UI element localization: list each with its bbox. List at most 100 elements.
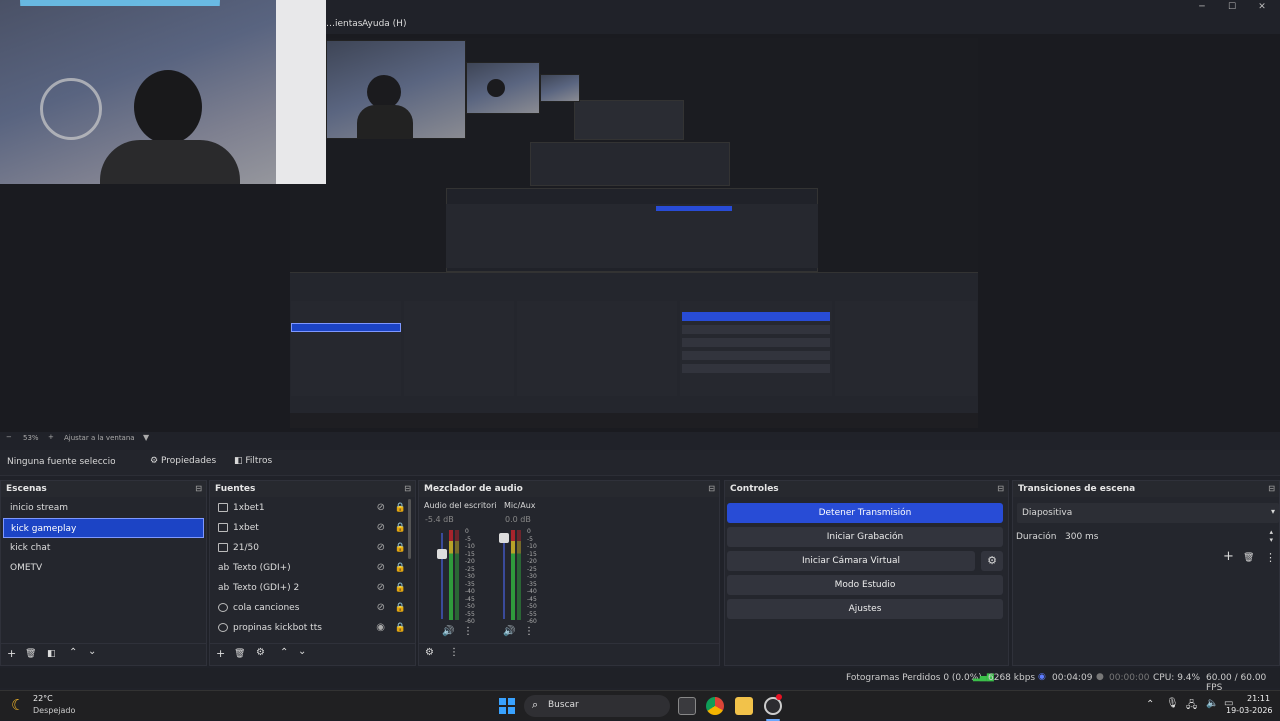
properties-button[interactable]: ⚙ Propiedades [150, 456, 216, 466]
zoom-out-button[interactable]: − [6, 433, 12, 441]
speaker-icon[interactable]: 🔊 [503, 626, 515, 637]
volume-icon[interactable]: 🔈 [1206, 698, 1218, 709]
start-recording-button[interactable]: Iniciar Grabación [727, 527, 1003, 547]
eye-visible-icon[interactable]: ◉ [376, 618, 385, 638]
sources-dock-title: Fuentes ⊟ [210, 481, 415, 497]
dock-float-icon[interactable]: ⊟ [1268, 481, 1275, 497]
trash-icon[interactable]: 🗑 [234, 649, 245, 659]
add-scene-icon[interactable]: + [7, 647, 16, 660]
source-item[interactable]: cola canciones ⊘ 🔒 [210, 598, 415, 618]
move-up-icon[interactable]: ⌃ [280, 647, 288, 658]
source-item[interactable]: 1xbet1 ⊘ 🔒 [210, 498, 415, 518]
transition-select[interactable]: Diapositiva ▾ [1017, 503, 1279, 523]
speaker-icon[interactable]: 🔊 [442, 626, 454, 637]
task-view-icon[interactable] [678, 697, 696, 715]
clock-date[interactable]: 19-03-2026 [1226, 706, 1273, 715]
eye-hidden-icon[interactable]: ⊘ [377, 518, 385, 538]
db-scale-desktop: 0 -5 -10 -15 -20 -25 -30 -35 -40 -45 -50 -55 -60 [465, 528, 475, 625]
dock-float-icon[interactable]: ⊟ [997, 481, 1004, 497]
minimize-button[interactable]: ─ [1188, 0, 1216, 14]
scene-item-inicio-stream[interactable]: inicio stream [3, 498, 204, 518]
source-item[interactable]: 21/50 ⊘ 🔒 [210, 538, 415, 558]
transitions-dock-title: Transiciones de escena ⊟ [1013, 481, 1279, 497]
chevron-up-icon[interactable]: ⌃ [1146, 699, 1154, 710]
scene-item-kick-gameplay[interactable]: kick gameplay [3, 518, 204, 538]
lock-icon[interactable]: 🔒 [395, 538, 406, 558]
source-item[interactable]: propinas kickbot tts ◉ 🔒 [210, 618, 415, 638]
controls-dock: Controles ⊟ Detener Transmisión Iniciar … [724, 480, 1009, 666]
gear-icon[interactable]: ⚙ [256, 647, 265, 658]
mic-volume-track[interactable] [503, 533, 505, 619]
caret-down-icon[interactable]: ▼ [143, 433, 149, 442]
mic-volume-slider[interactable] [499, 533, 509, 543]
menu-help[interactable]: Ayuda (H) [362, 14, 406, 34]
lock-icon[interactable]: 🔒 [395, 558, 406, 578]
desktop-volume-track[interactable] [441, 533, 443, 619]
trash-icon[interactable]: 🗑 [25, 649, 36, 659]
duration-spinbox[interactable]: 300 ms ▴ ▾ [1059, 527, 1277, 547]
studio-mode-button[interactable]: Modo Estudio [727, 575, 1003, 595]
fit-to-window-button[interactable]: Ajustar a la ventana [64, 434, 135, 442]
weather-temp[interactable]: 22°C [33, 694, 53, 703]
kebab-menu-icon[interactable]: ⋮ [524, 626, 534, 637]
filters-button[interactable]: ◧ Filtros [234, 456, 272, 466]
scene-filters-icon[interactable]: ◧ [47, 649, 56, 659]
add-source-icon[interactable]: + [216, 647, 225, 660]
source-item[interactable]: ab Texto (GDI+) ⊘ 🔒 [210, 558, 415, 578]
weather-desc[interactable]: Despejado [33, 706, 75, 715]
trash-icon[interactable]: 🗑 [1243, 553, 1254, 563]
kebab-menu-icon[interactable]: ⋮ [449, 647, 459, 658]
virtual-camera-settings-gear-icon[interactable]: ⚙ [981, 551, 1003, 571]
eye-hidden-icon[interactable]: ⊘ [377, 598, 385, 618]
move-up-icon[interactable]: ⌃ [69, 647, 77, 658]
bitrate: 6268 kbps [988, 673, 1036, 683]
dock-float-icon[interactable]: ⊟ [404, 481, 411, 497]
eye-hidden-icon[interactable]: ⊘ [377, 578, 385, 598]
network-icon[interactable]: 🖧 [1186, 698, 1197, 715]
lock-icon[interactable]: 🔒 [395, 618, 406, 638]
source-item[interactable]: ab Texto (GDI+) 2 ⊘ 🔒 [210, 578, 415, 598]
eye-hidden-icon[interactable]: ⊘ [377, 538, 385, 558]
start-virtual-camera-button[interactable]: Iniciar Cámara Virtual [727, 551, 975, 571]
settings-button[interactable]: Ajustes [727, 599, 1003, 619]
dock-float-icon[interactable]: ⊟ [195, 481, 202, 497]
preview-canvas[interactable] [290, 38, 978, 428]
moon-weather-icon[interactable]: ☾ [11, 696, 24, 714]
scene-item-ometv[interactable]: OMETV [3, 558, 204, 578]
live-indicator-dot [776, 694, 782, 700]
maximize-button[interactable]: ☐ [1218, 0, 1246, 14]
windows-start-icon[interactable] [499, 698, 515, 714]
gear-icon: ⚙ [150, 456, 159, 466]
source-list-scrollbar[interactable] [408, 499, 411, 559]
clock-time[interactable]: 21:11 [1247, 694, 1270, 703]
chrome-icon[interactable] [706, 697, 724, 715]
controls-dock-title: Controles ⊟ [725, 481, 1008, 497]
lock-icon[interactable]: 🔒 [395, 518, 406, 538]
close-button[interactable]: ✕ [1248, 0, 1276, 14]
lock-icon[interactable]: 🔒 [395, 498, 406, 518]
browser-icon [218, 623, 228, 632]
eye-hidden-icon[interactable]: ⊘ [377, 498, 385, 518]
desktop-volume-slider[interactable] [437, 549, 447, 559]
kebab-menu-icon[interactable]: ⋮ [1265, 551, 1276, 564]
lock-icon[interactable]: 🔒 [395, 598, 406, 618]
lock-icon[interactable]: 🔒 [395, 578, 406, 598]
eye-hidden-icon[interactable]: ⊘ [377, 558, 385, 578]
scene-list: inicio stream kick gameplay kick chat OM… [1, 497, 206, 578]
menu-tools[interactable]: …ientas [326, 14, 362, 34]
source-item[interactable]: 1xbet ⊘ 🔒 [210, 518, 415, 538]
add-transition-icon[interactable]: + [1223, 549, 1234, 564]
move-down-icon[interactable]: ⌄ [298, 646, 306, 657]
stop-streaming-button[interactable]: Detener Transmisión [727, 503, 1003, 523]
spinbox-arrows-icon[interactable]: ▴ ▾ [1269, 528, 1273, 544]
scene-item-kick-chat[interactable]: kick chat [3, 538, 204, 558]
zoom-in-button[interactable]: + [48, 433, 54, 441]
microphone-icon[interactable]: 🎙 [1166, 698, 1179, 709]
move-down-icon[interactable]: ⌄ [88, 646, 96, 657]
advanced-audio-icon[interactable]: ⚙ [425, 647, 434, 658]
scenes-toolbar: + 🗑 ◧ ⌃ ⌄ [1, 643, 206, 665]
file-explorer-icon[interactable] [735, 697, 753, 715]
taskbar-search[interactable]: ⌕ Buscar [524, 695, 670, 717]
kebab-menu-icon[interactable]: ⋮ [463, 626, 473, 637]
dock-float-icon[interactable]: ⊟ [708, 481, 715, 497]
